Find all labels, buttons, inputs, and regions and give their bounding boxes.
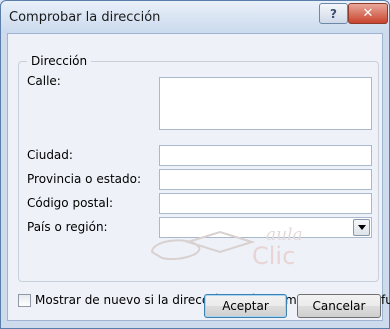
postal-code-input[interactable] (159, 193, 372, 214)
state-label: Provincia o estado: (27, 172, 142, 186)
street-input[interactable] (159, 77, 372, 130)
help-icon: ? (330, 6, 337, 21)
country-label: País o región: (27, 220, 108, 234)
state-input[interactable] (159, 169, 372, 190)
help-button[interactable]: ? (319, 3, 348, 24)
dialog-body: Dirección Calle: Ciudad: Provincia o est… (7, 33, 390, 321)
accept-button[interactable]: Aceptar (204, 294, 287, 318)
show-again-checkbox[interactable] (18, 294, 31, 307)
city-label: Ciudad: (27, 148, 73, 162)
dialog-title: Comprobar la dirección (9, 10, 161, 25)
close-button[interactable]: ✕ (348, 3, 388, 24)
close-icon: ✕ (362, 6, 374, 21)
title-bar[interactable]: Comprobar la dirección ? ✕ (1, 1, 389, 33)
street-label: Calle: (27, 74, 61, 88)
graduation-cap-icon (184, 230, 256, 254)
cancel-button[interactable]: Cancelar (297, 294, 381, 318)
group-legend: Dirección (27, 54, 92, 68)
chevron-down-icon (357, 225, 366, 230)
city-input[interactable] (159, 145, 372, 166)
dropdown-arrow-button[interactable] (353, 219, 370, 236)
watermark-text-2: Clic (252, 242, 295, 270)
postal-code-label: Código postal: (27, 196, 114, 210)
aulaclic-watermark: aula Clic (150, 225, 303, 270)
